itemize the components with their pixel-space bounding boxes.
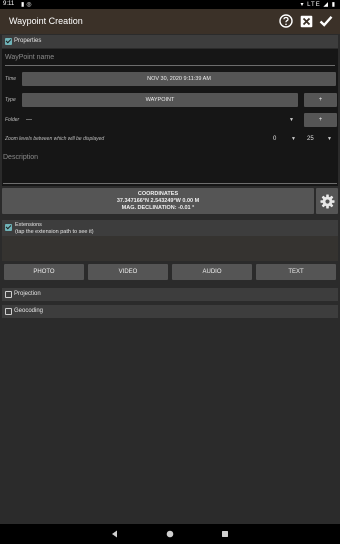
waypoint-name-input[interactable]: WayPoint name <box>5 54 335 66</box>
recents-icon <box>222 531 228 537</box>
coordinates-position: 37.347166°N 2.543249°W 0.00 M <box>116 198 200 204</box>
properties-label: Properties <box>14 38 42 44</box>
properties-header[interactable]: Properties <box>2 35 338 48</box>
close-button[interactable] <box>298 13 314 29</box>
status-notification-icons: ▮◎ <box>21 1 34 8</box>
video-button[interactable]: VIDEO <box>88 264 168 280</box>
help-icon <box>279 14 293 28</box>
status-right-icons: ▾ LTE ◢ ▮ <box>300 1 336 8</box>
projection-header[interactable]: Projection <box>2 288 338 301</box>
properties-checkbox[interactable] <box>5 38 12 45</box>
type-button[interactable]: WAYPOINT <box>22 93 298 107</box>
system-nav-bar <box>0 524 340 544</box>
audio-button[interactable]: AUDIO <box>172 264 252 280</box>
chevron-down-icon: ▼ <box>327 136 332 142</box>
home-button[interactable] <box>164 529 176 539</box>
geocoding-header[interactable]: Geocoding <box>2 305 338 318</box>
time-button[interactable]: NOV 30, 2020 9:11:39 AM <box>22 72 336 86</box>
zoom-max-select[interactable]: 25 <box>307 136 314 142</box>
chevron-down-icon: ▼ <box>289 117 294 123</box>
close-icon <box>300 15 312 27</box>
back-icon <box>112 530 117 538</box>
signal-icon: ◢ <box>323 2 330 8</box>
geocoding-label: Geocoding <box>14 308 44 314</box>
extensions-header[interactable]: Extensions (tap the extension path to se… <box>2 220 338 236</box>
zoom-min-select[interactable]: 0 <box>273 136 276 142</box>
type-label: Type <box>5 97 16 103</box>
photo-button[interactable]: PHOTO <box>4 264 84 280</box>
back-button[interactable] <box>109 529 121 539</box>
at-sign-icon: ◎ <box>26 2 34 8</box>
network-type: LTE <box>307 2 321 8</box>
status-time: 9:11 <box>3 1 15 7</box>
extensions-hint: (tap the extension path to see it) <box>15 229 94 235</box>
wifi-icon: ▾ <box>300 2 305 8</box>
projection-checkbox[interactable] <box>5 291 12 298</box>
zoom-label: Zoom levels between which will be displa… <box>5 136 105 142</box>
check-icon <box>319 16 333 27</box>
time-label: Time <box>5 76 17 82</box>
help-button[interactable] <box>278 13 294 29</box>
coordinates-declination: MAG. DECLINATION: -0.01 ° <box>121 205 195 211</box>
projection-label: Projection <box>14 291 41 297</box>
folder-label: Folder <box>5 117 20 123</box>
chevron-down-icon: ▼ <box>291 136 296 142</box>
add-type-button[interactable]: + <box>304 93 337 107</box>
coordinates-settings-button[interactable] <box>316 188 338 214</box>
battery-icon: ▮ <box>331 2 336 8</box>
confirm-button[interactable] <box>318 13 334 29</box>
description-underline <box>3 183 337 184</box>
extensions-checkbox[interactable] <box>5 224 12 231</box>
extensions-area[interactable] <box>2 236 338 261</box>
home-icon <box>166 530 174 538</box>
description-input[interactable]: Description <box>3 154 38 161</box>
folder-select[interactable]: --- <box>26 117 32 123</box>
status-bar: 9:11 ▮◎ ▾ LTE ◢ ▮ <box>0 0 340 9</box>
app-bar: Waypoint Creation <box>0 9 340 34</box>
properties-panel: WayPoint name Time NOV 30, 2020 9:11:39 … <box>2 49 338 186</box>
geocoding-checkbox[interactable] <box>5 308 12 315</box>
extensions-label: Extensions <box>15 222 42 228</box>
add-folder-button[interactable]: + <box>304 113 337 127</box>
recents-button[interactable] <box>219 529 231 539</box>
coordinates-button[interactable]: COORDINATES 37.347166°N 2.543249°W 0.00 … <box>2 188 314 214</box>
gear-icon <box>319 193 335 209</box>
text-button[interactable]: TEXT <box>256 264 336 280</box>
coordinates-title: COORDINATES <box>137 191 179 197</box>
page-title: Waypoint Creation <box>9 16 83 26</box>
